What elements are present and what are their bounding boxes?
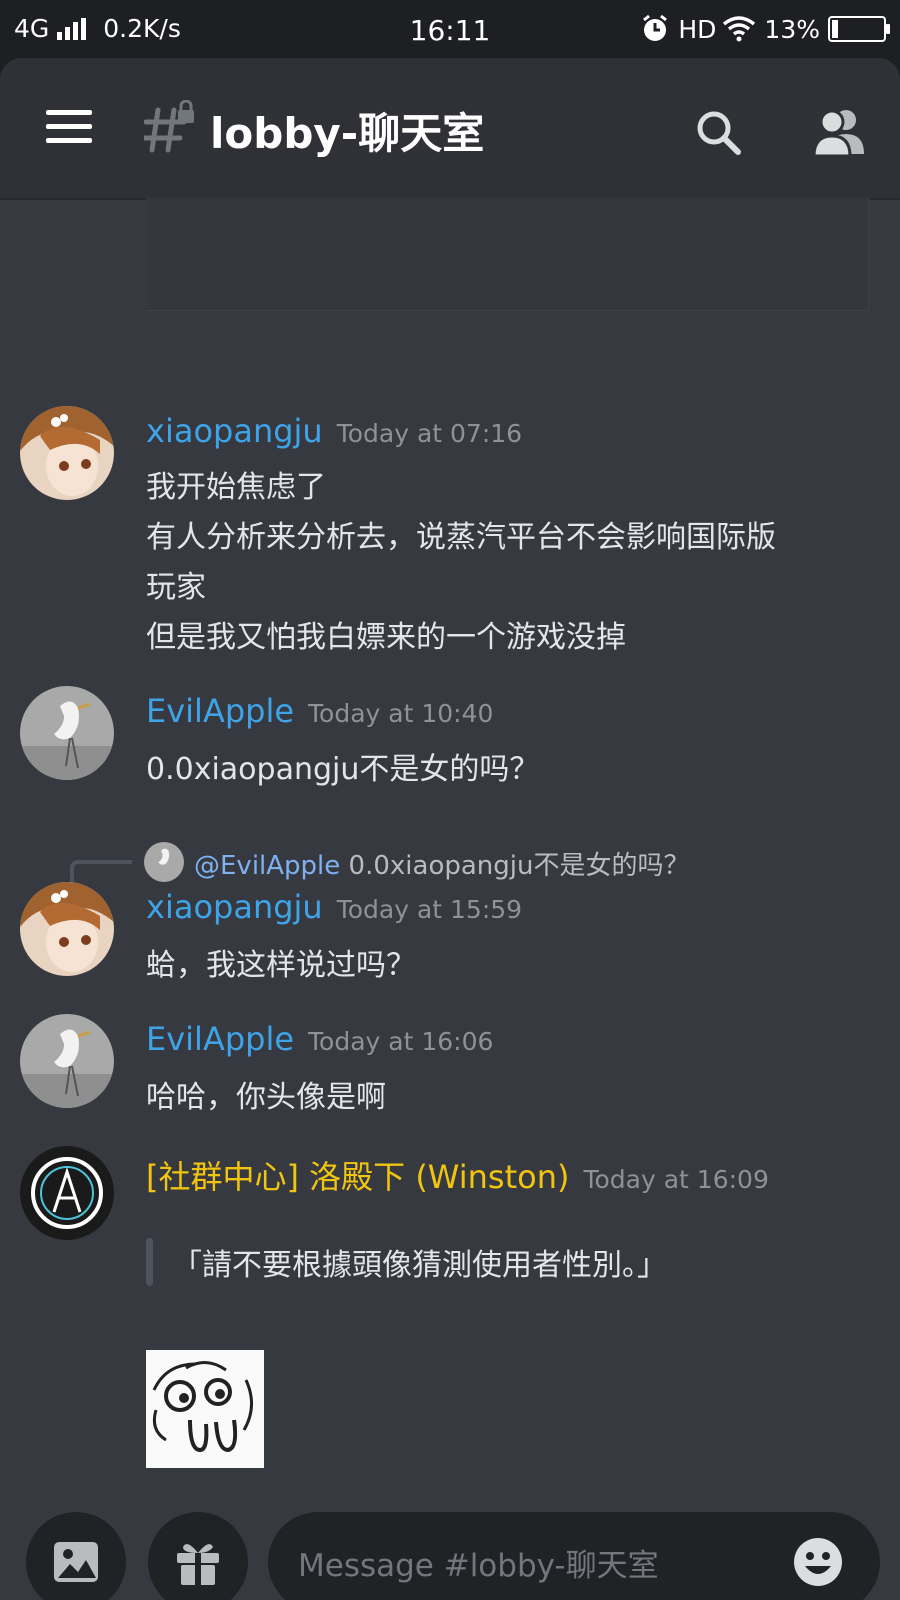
emoji-icon[interactable] xyxy=(792,1536,844,1588)
message-timestamp: Today at 16:09 xyxy=(583,1165,769,1194)
menu-icon[interactable] xyxy=(46,110,92,144)
message-list[interactable]: xiaopangju Today at 07:16 我开始焦虑了 有人分析来分析去… xyxy=(0,198,900,1488)
message-timestamp: Today at 10:40 xyxy=(308,699,494,728)
egret-avatar-icon xyxy=(20,1014,114,1108)
reply-avatar[interactable] xyxy=(144,842,184,882)
members-icon[interactable] xyxy=(812,106,868,158)
anime-girl-avatar-icon xyxy=(20,406,114,500)
author-name[interactable]: [社群中心] 洛殿下 (Winston) xyxy=(146,1158,569,1196)
message-timestamp: Today at 15:59 xyxy=(336,895,523,924)
hd-label: HD xyxy=(678,14,717,44)
avatar-xiaopangju[interactable] xyxy=(20,406,114,500)
status-bar: 4G 0.2K/s 16:11 HD 13% xyxy=(0,0,900,60)
message-author[interactable]: xiaopangju Today at 15:59 xyxy=(146,888,522,926)
discord-app: lobby-聊天室 xiaopangju Today at 07:16 我开始焦… xyxy=(0,58,900,1600)
channel-title: lobby-聊天室 xyxy=(210,109,485,158)
message-input[interactable]: Message #lobby-聊天室 xyxy=(268,1512,880,1600)
author-name[interactable]: xiaopangju xyxy=(146,412,323,450)
message-timestamp: Today at 07:16 xyxy=(336,419,523,448)
author-name[interactable]: EvilApple xyxy=(146,692,294,730)
previous-embed xyxy=(146,198,869,311)
egret-avatar-icon xyxy=(20,686,114,780)
battery-icon xyxy=(828,16,890,42)
message-text: 玩家 xyxy=(146,570,206,605)
egret-avatar-icon xyxy=(144,842,184,882)
author-name[interactable]: EvilApple xyxy=(146,1020,294,1058)
reply-preview[interactable]: @EvilApple 0.0xiaopangju不是女的吗？ xyxy=(194,845,689,882)
cartoon-face-sticker-icon xyxy=(146,1350,264,1468)
message-author[interactable]: xiaopangju Today at 07:16 xyxy=(146,412,522,450)
alarm-icon xyxy=(643,14,668,41)
gift-button[interactable] xyxy=(148,1512,248,1600)
avatar-winston[interactable] xyxy=(20,1146,114,1240)
message-text: 有人分析来分析去，说蒸汽平台不会影响国际版 xyxy=(146,520,776,555)
channel-header: lobby-聊天室 xyxy=(0,58,900,198)
reply-mention[interactable]: @EvilApple xyxy=(194,851,340,881)
sticker-image[interactable] xyxy=(146,1350,264,1468)
blockquote-bar xyxy=(146,1238,153,1286)
upload-image-button[interactable] xyxy=(26,1512,126,1600)
blockquote-text: 「請不要根據頭像猜測使用者性別。」 xyxy=(172,1248,667,1283)
anime-girl-avatar-icon xyxy=(20,882,114,976)
locked-channel-hash-icon xyxy=(144,100,194,153)
wifi-icon xyxy=(723,16,756,42)
anarchy-logo-avatar-icon xyxy=(20,1146,114,1240)
message-timestamp: Today at 16:06 xyxy=(308,1027,494,1056)
message-composer: Message #lobby-聊天室 xyxy=(0,1488,900,1600)
avatar-evilapple[interactable] xyxy=(20,686,114,780)
message-text: 但是我又怕我白嫖来的一个游戏没掉 xyxy=(146,620,626,655)
avatar-evilapple[interactable] xyxy=(20,1014,114,1108)
avatar-xiaopangju[interactable] xyxy=(20,882,114,976)
search-icon[interactable] xyxy=(694,108,744,158)
message-text: 蛤，我这样说过吗？ xyxy=(146,948,416,983)
author-name[interactable]: xiaopangju xyxy=(146,888,323,926)
message-input-placeholder: Message #lobby-聊天室 xyxy=(298,1547,659,1584)
battery-percent: 13% xyxy=(764,14,820,44)
message-author[interactable]: EvilApple Today at 10:40 xyxy=(146,692,493,730)
image-icon xyxy=(54,1542,98,1582)
message-text: 0.0xiaopangju不是女的吗？ xyxy=(146,752,540,787)
message-author[interactable]: [社群中心] 洛殿下 (Winston) Today at 16:09 xyxy=(146,1152,769,1198)
gift-icon xyxy=(177,1544,219,1585)
status-bar-right: HD 13% xyxy=(640,14,890,44)
message-author[interactable]: EvilApple Today at 16:06 xyxy=(146,1020,493,1058)
message-text: 哈哈，你头像是啊 xyxy=(146,1080,386,1115)
reply-snippet: 0.0xiaopangju不是女的吗？ xyxy=(348,851,690,881)
message-text: 我开始焦虑了 xyxy=(146,470,326,505)
